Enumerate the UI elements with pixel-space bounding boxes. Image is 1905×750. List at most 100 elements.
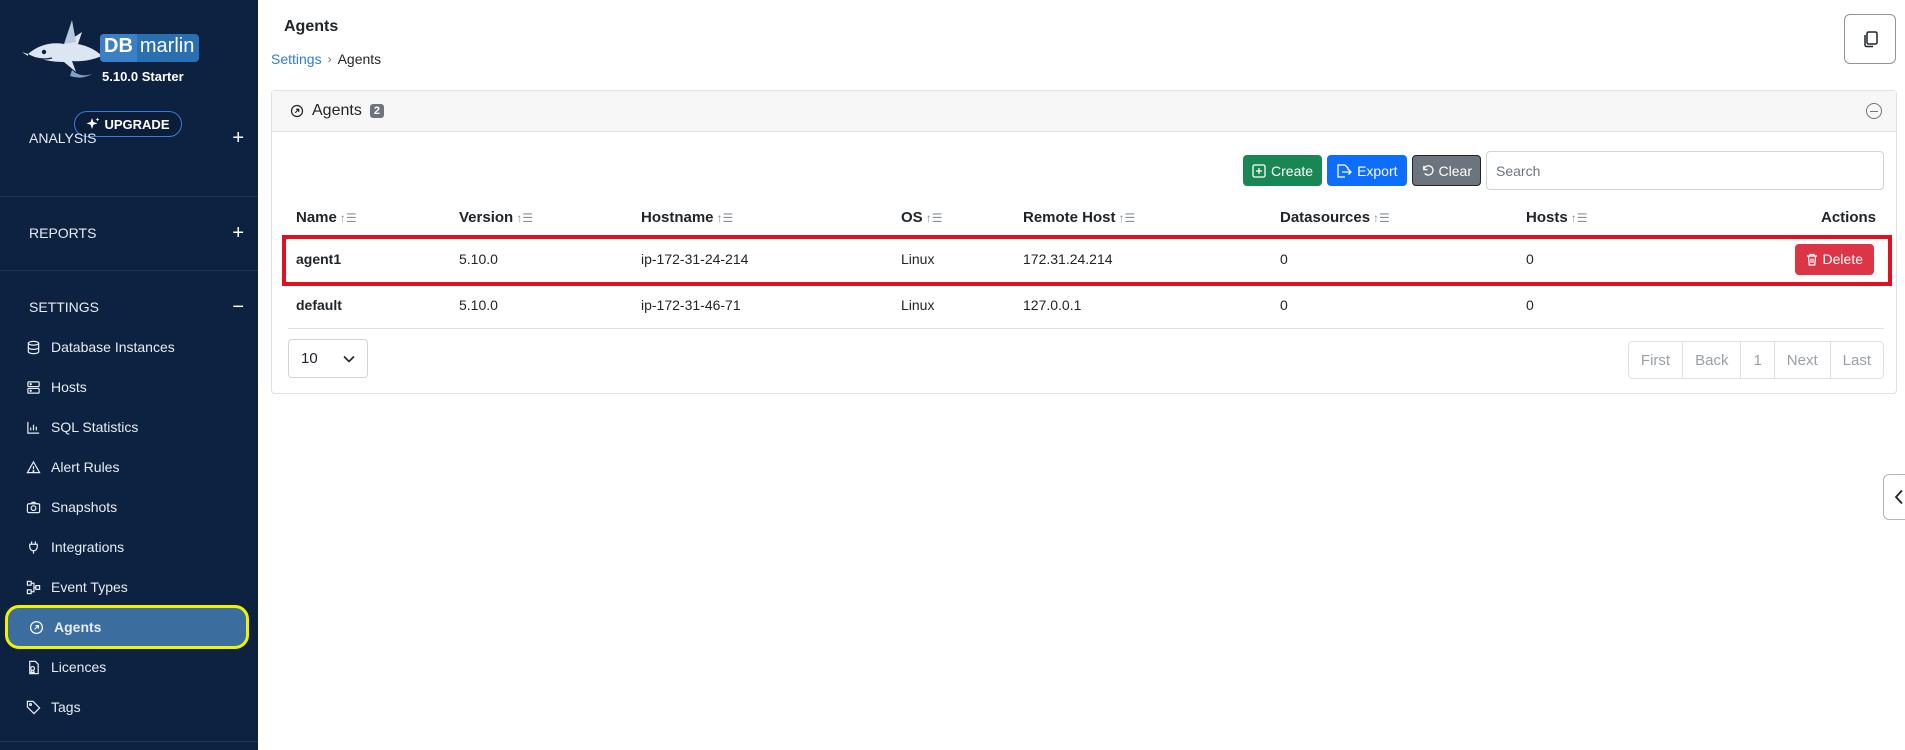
sidebar-item-label: Agents — [54, 619, 102, 635]
column-label: Datasources — [1280, 208, 1371, 226]
event-types-icon — [26, 580, 41, 594]
sort-icon: ↑☰ — [1570, 210, 1588, 225]
clear-button[interactable]: Clear — [1411, 155, 1481, 186]
sidebar-item-alert-rules[interactable]: Alert Rules — [8, 449, 248, 485]
agents-table: Name ↑☰ Version ↑☰ Hostname ↑☰ OS ↑☰ Remote … — [288, 199, 1884, 329]
camera-icon — [26, 501, 41, 513]
sort-icon: ↑☰ — [716, 210, 734, 225]
cell-remote-host: 127.0.0.1 — [1015, 282, 1272, 329]
sidebar-item-label: Tags — [51, 699, 81, 715]
page-size-value: 10 — [301, 350, 318, 367]
sidebar-item-label: Event Types — [51, 579, 128, 595]
cell-name: agent1 — [288, 236, 451, 283]
sidebar-section-reports[interactable]: REPORTS + — [0, 196, 258, 270]
logo-db-text: DB — [100, 34, 137, 62]
cell-hosts: 0 — [1518, 282, 1708, 329]
server-icon — [27, 380, 40, 394]
tag-icon — [26, 700, 41, 714]
column-header-os[interactable]: OS ↑☰ — [893, 199, 1015, 237]
sidebar-item-event-types[interactable]: Event Types — [8, 569, 248, 605]
sidebar-item-label: Hosts — [51, 379, 87, 395]
sidebar-item-tags[interactable]: Tags — [8, 689, 248, 725]
logo-marlin-text: marlin — [139, 35, 195, 57]
side-panel-toggle[interactable] — [1883, 474, 1905, 520]
delete-label: Delete — [1822, 251, 1863, 268]
sidebar-item-hosts[interactable]: Hosts — [8, 369, 248, 405]
column-label: Hostname — [641, 208, 714, 226]
sidebar-item-integrations[interactable]: Integrations — [8, 529, 248, 565]
cell-hostname: ip-172-31-24-214 — [633, 236, 893, 283]
warning-icon — [26, 460, 41, 473]
breadcrumb-current: Agents — [337, 51, 382, 67]
plus-square-icon — [1252, 163, 1266, 178]
sort-icon: ↑☰ — [516, 210, 533, 225]
count-badge: 2 — [369, 104, 384, 118]
divider — [0, 741, 258, 742]
agents-card: Agents 2 Create Export Clear Search Name… — [271, 90, 1897, 394]
undo-icon — [1422, 165, 1434, 176]
cell-os: Linux — [893, 236, 1015, 283]
search-input[interactable] — [1486, 151, 1884, 190]
table-row[interactable]: agent1 5.10.0 ip-172-31-24-214 Linux 172… — [288, 236, 1884, 283]
chevron-left-icon — [1894, 489, 1903, 505]
pager-next[interactable]: Next — [1773, 342, 1830, 378]
sidebar-item-label: Database Instances — [51, 339, 175, 355]
section-label: REPORTS — [29, 225, 97, 241]
chart-icon — [27, 421, 40, 434]
sidebar-item-sql-statistics[interactable]: SQL Statistics — [8, 409, 248, 445]
pagination: First Back 1 Next Last — [1627, 341, 1884, 379]
sidebar-item-label: Integrations — [51, 539, 125, 555]
page-size-select[interactable]: 10 — [288, 339, 368, 378]
column-label: Name — [296, 208, 337, 226]
dbmarlin-logo[interactable]: DB marlin 5.10.0 Starter — [22, 14, 222, 84]
sidebar-item-licences[interactable]: Licences — [8, 649, 248, 685]
section-label: ANALYSIS — [29, 130, 97, 146]
sidebar-item-label: Licences — [51, 659, 107, 675]
export-button[interactable]: Export — [1327, 155, 1407, 186]
delete-button[interactable]: Delete — [1794, 243, 1874, 275]
create-button[interactable]: Create — [1243, 155, 1323, 186]
cell-actions — [1708, 282, 1884, 329]
cell-datasources: 0 — [1272, 236, 1518, 283]
clear-label: Clear — [1438, 162, 1472, 179]
card-title: Agents — [312, 102, 362, 119]
pager-first[interactable]: First — [1629, 342, 1682, 378]
marlin-fish-icon — [22, 20, 102, 78]
pager-back[interactable]: Back — [1682, 342, 1740, 378]
app-version: 5.10.0 Starter — [102, 69, 184, 84]
column-label: OS — [901, 208, 923, 226]
cell-version: 5.10.0 — [451, 282, 633, 329]
column-label: Hosts — [1526, 208, 1568, 226]
main-content: Agents Settings › Agents Agents 2 Create… — [258, 0, 1905, 750]
column-header-hostname[interactable]: Hostname ↑☰ — [633, 199, 893, 237]
column-header-version[interactable]: Version ↑☰ — [451, 199, 633, 237]
sidebar-section-analysis[interactable]: ANALYSIS + — [0, 120, 258, 156]
copy-button[interactable] — [1844, 14, 1896, 64]
sort-icon: ↑☰ — [339, 210, 357, 225]
file-export-icon — [1337, 163, 1352, 178]
column-header-name[interactable]: Name ↑☰ — [288, 199, 451, 237]
sidebar-item-database-instances[interactable]: Database Instances — [8, 329, 248, 365]
table-row[interactable]: default 5.10.0 ip-172-31-46-71 Linux 127… — [288, 282, 1884, 329]
breadcrumb-settings-link[interactable]: Settings — [271, 51, 322, 67]
table-toolbar: Create Export Clear — [1243, 151, 1884, 190]
collapse-card-icon[interactable] — [1866, 103, 1882, 119]
column-header-hosts[interactable]: Hosts ↑☰ — [1518, 199, 1708, 237]
collapse-icon: − — [232, 295, 244, 318]
pager-page-1[interactable]: 1 — [1740, 342, 1773, 378]
column-header-actions: Actions — [1708, 199, 1884, 237]
page-title: Agents — [284, 18, 339, 35]
licence-icon — [29, 660, 39, 674]
sidebar-item-label: Snapshots — [51, 499, 118, 515]
cell-os: Linux — [893, 282, 1015, 329]
column-header-remote-host[interactable]: Remote Host ↑☰ — [1015, 199, 1272, 237]
sort-icon: ↑☰ — [1373, 210, 1390, 225]
sidebar-item-snapshots[interactable]: Snapshots — [8, 489, 248, 525]
column-header-datasources[interactable]: Datasources ↑☰ — [1272, 199, 1518, 237]
expand-icon: + — [232, 221, 244, 244]
sidebar-item-agents[interactable]: Agents — [5, 605, 249, 649]
plug-icon — [29, 540, 38, 554]
pager-last[interactable]: Last — [1829, 342, 1883, 378]
column-label: Remote Host — [1023, 208, 1116, 226]
agent-icon — [29, 620, 44, 634]
